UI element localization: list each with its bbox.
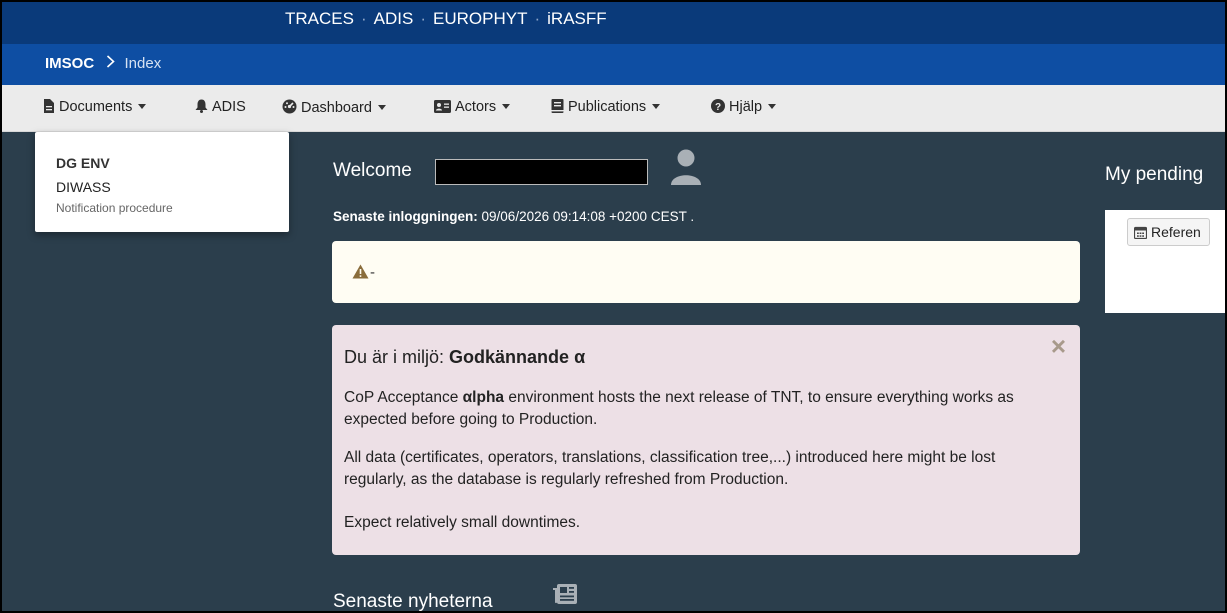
menu-publications[interactable]: Publications: [551, 99, 661, 115]
warning-box: -: [332, 241, 1080, 303]
menu-actors[interactable]: Actors: [434, 99, 511, 115]
menu-publications-label: Publications: [568, 99, 647, 115]
app-link-irasff[interactable]: iRASFF: [547, 9, 607, 28]
page: TRACES · ADIS · EUROPHYT · iRASFF IMSOC Index …: [0, 0, 1227, 613]
breadcrumb: IMSOC Index: [2, 44, 1225, 85]
menu-adis[interactable]: ADIS: [195, 99, 246, 115]
documents-dropdown: DG ENV DIWASS Notification procedure: [35, 132, 289, 232]
environment-title: Du är i miljö: Godkännande α: [344, 347, 585, 368]
app-link-adis[interactable]: ADIS: [374, 9, 414, 28]
warning-triangle-icon: [352, 264, 369, 284]
caret-down-icon: [652, 104, 661, 109]
newspaper-icon: [553, 584, 577, 611]
id-card-icon: [434, 100, 451, 113]
environment-desc-bold: αlpha: [462, 389, 505, 406]
last-login-value: 09/06/2026 09:14:08 +0200 CEST .: [481, 209, 695, 224]
breadcrumb-brand[interactable]: IMSOC: [45, 55, 94, 72]
menu-dashboard-label: Dashboard: [301, 100, 372, 116]
app-separator: ·: [420, 9, 426, 28]
book-icon: [551, 99, 564, 113]
file-icon: [44, 99, 54, 113]
breadcrumb-current: Index: [124, 55, 162, 72]
caret-down-icon: [138, 104, 147, 109]
main-menu: Documents ADIS Dashboard Actors Publicat…: [2, 85, 1225, 132]
environment-data-warning: All data (certificates, operators, trans…: [344, 449, 996, 488]
environment-alert: × Du är i miljö: Godkännande α CoP Accep…: [332, 325, 1080, 555]
environment-downtime-note: Expect relatively small downtimes.: [344, 514, 581, 531]
calendar-icon: [1133, 226, 1148, 240]
last-login: Senaste inloggningen: 09/06/2026 09:14:0…: [333, 209, 694, 224]
menu-help-label: Hjälp: [729, 99, 763, 115]
redacted-username: [435, 159, 648, 185]
reference-sort-label: Referen: [1151, 224, 1201, 240]
pending-title: My pending: [1105, 164, 1204, 185]
app-link-traces[interactable]: TRACES: [285, 9, 354, 28]
app-separator: ·: [534, 9, 541, 28]
environment-name: Godkännande α: [449, 347, 586, 367]
latest-news-title: Senaste nyheterna: [333, 591, 493, 612]
bell-icon: [195, 99, 208, 113]
dropdown-item-diwass[interactable]: DIWASS: [56, 179, 111, 195]
menu-documents[interactable]: Documents: [43, 99, 147, 115]
app-link-europhyt[interactable]: EUROPHYT: [433, 9, 527, 28]
caret-down-icon: [377, 105, 386, 110]
welcome-label: Welcome: [333, 160, 412, 181]
menu-actors-label: Actors: [455, 99, 497, 115]
apps-bar: TRACES · ADIS · EUROPHYT · iRASFF: [2, 2, 1225, 44]
menu-adis-label: ADIS: [212, 99, 246, 115]
menu-dashboard[interactable]: Dashboard: [282, 99, 386, 116]
dashboard-icon: [282, 99, 297, 114]
caret-down-icon: [768, 104, 777, 109]
warning-text: -: [370, 264, 375, 281]
dropdown-header: DG ENV: [56, 155, 110, 171]
question-circle-icon: ?: [711, 99, 725, 113]
user-icon: [668, 148, 704, 191]
environment-title-prefix: Du är i miljö:: [344, 347, 445, 367]
app-separator: ·: [360, 9, 367, 28]
environment-description: CoP Acceptance αlpha environment hosts t…: [344, 387, 1044, 431]
menu-help[interactable]: ? Hjälp: [711, 99, 777, 115]
last-login-label: Senaste inloggningen:: [333, 209, 478, 224]
close-icon[interactable]: ×: [1051, 333, 1066, 359]
pending-panel: Referen: [1105, 210, 1225, 313]
chevron-right-icon: [106, 55, 119, 72]
svg-text:?: ?: [715, 102, 721, 113]
caret-down-icon: [502, 104, 511, 109]
reference-sort-button[interactable]: Referen: [1127, 218, 1210, 246]
menu-documents-label: Documents: [59, 99, 133, 115]
environment-desc-prefix: CoP Acceptance: [344, 389, 463, 406]
dropdown-item-subtitle: Notification procedure: [56, 201, 173, 215]
